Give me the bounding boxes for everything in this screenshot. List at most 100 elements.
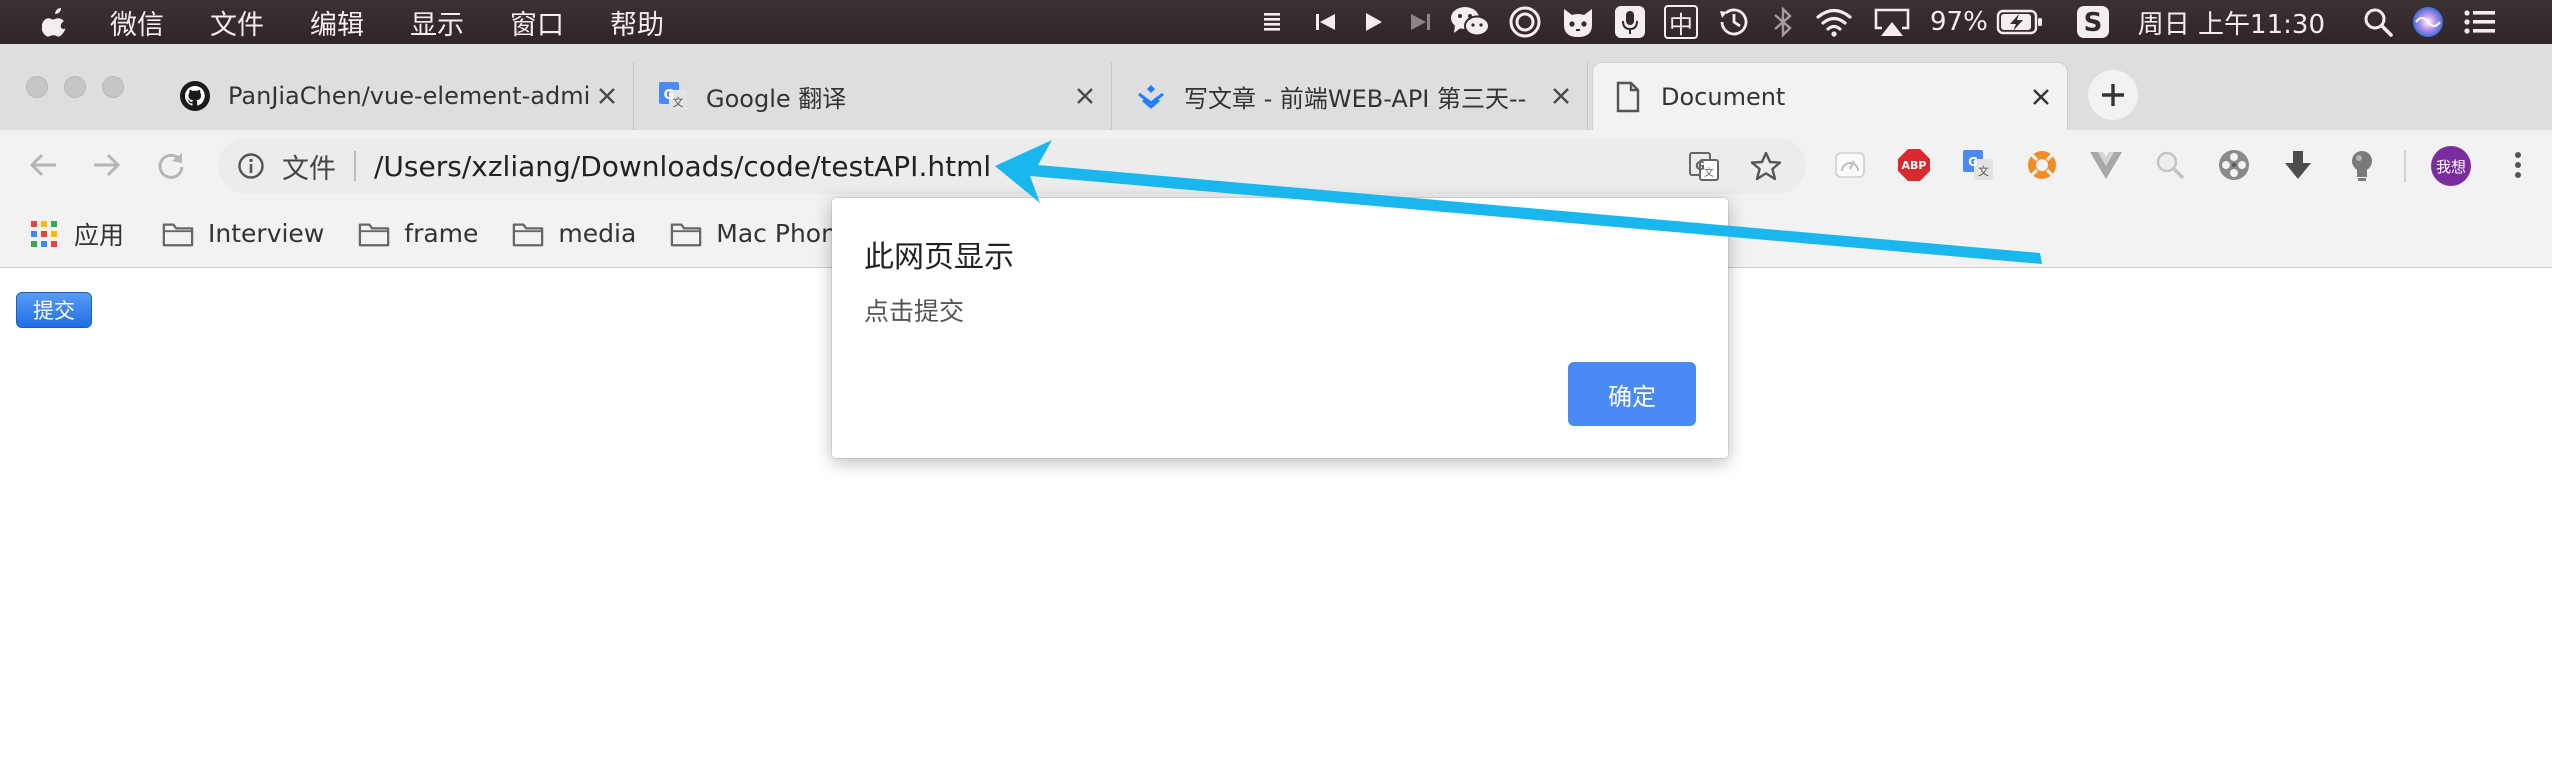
close-window-button[interactable]	[26, 76, 48, 98]
bookmark-folder-interview[interactable]: Interview	[162, 212, 324, 256]
svg-text:文: 文	[1704, 166, 1714, 179]
tab-strip: PanJiaChen/vue-element-admi G文 Google 翻译…	[0, 44, 2552, 130]
magnifier-extension-icon[interactable]	[2152, 147, 2188, 183]
reload-button[interactable]	[152, 146, 190, 184]
microphone-icon[interactable]	[1614, 0, 1646, 44]
tab-title: PanJiaChen/vue-element-admi	[228, 82, 591, 110]
adblock-plus-icon[interactable]: ABP	[1896, 147, 1932, 183]
toolbar-divider	[2404, 150, 2406, 182]
bookmark-label: Interview	[208, 219, 325, 248]
divider	[354, 151, 356, 181]
airplay-icon[interactable]	[1872, 0, 1912, 44]
battery-percent: 97%	[1930, 7, 1988, 37]
url-text[interactable]: /Users/xzliang/Downloads/code/testAPI.ht…	[374, 150, 991, 183]
list-icon[interactable]	[1262, 0, 1282, 44]
close-tab-icon[interactable]	[591, 80, 623, 112]
submit-button[interactable]: 提交	[16, 292, 92, 328]
bookmark-label: frame	[404, 219, 479, 248]
tab-document[interactable]: Document	[1592, 62, 2068, 130]
browser-toolbar: 文件 /Users/xzliang/Downloads/code/testAPI…	[0, 130, 2552, 200]
play-icon[interactable]	[1362, 0, 1384, 44]
url-scheme-label: 文件	[282, 153, 336, 185]
notification-center-icon[interactable]	[2463, 0, 2497, 44]
adblock-label: ABP	[1901, 158, 1927, 172]
new-tab-button[interactable]	[2088, 70, 2138, 120]
tab-title: Document	[1661, 82, 1786, 111]
alert-dialog: 此网页显示 点击提交 确定	[832, 198, 1728, 458]
bookmark-folder-media[interactable]: media	[512, 212, 636, 256]
lifebuoy-extension-icon[interactable]	[2024, 147, 2060, 183]
google-translate-extension-icon[interactable]: G文	[1960, 147, 1996, 183]
bookmark-apps[interactable]: 应用	[28, 212, 124, 256]
battery-charging-icon[interactable]	[1996, 0, 2044, 44]
juejin-icon	[1134, 79, 1168, 113]
previous-track-icon[interactable]	[1314, 0, 1338, 44]
bluetooth-icon[interactable]	[1770, 0, 1796, 44]
plus-icon	[2102, 84, 2124, 106]
address-bar[interactable]: 文件 /Users/xzliang/Downloads/code/testAPI…	[218, 138, 1806, 194]
wechat-icon[interactable]	[1450, 0, 1490, 44]
folder-icon	[670, 218, 702, 250]
cat-icon[interactable]	[1560, 0, 1596, 44]
close-tab-icon[interactable]	[1545, 80, 1577, 112]
document-icon	[1611, 80, 1645, 114]
menu-view[interactable]: 显示	[410, 3, 464, 42]
download-arrow-icon[interactable]	[2280, 147, 2316, 183]
vue-devtools-icon[interactable]	[2088, 147, 2124, 183]
status-area: 中 97% S 周日 上午11:30	[1250, 0, 2515, 44]
google-translate-icon: G文	[656, 79, 690, 113]
lightbulb-extension-icon[interactable]	[2344, 147, 2380, 183]
menubar-clock[interactable]: 周日 上午11:30	[2138, 0, 2325, 44]
menu-help[interactable]: 帮助	[610, 3, 664, 42]
sogou-icon[interactable]: S	[2076, 0, 2110, 44]
svg-text:文: 文	[673, 95, 684, 109]
zoom-window-button[interactable]	[102, 76, 124, 98]
menu-wechat[interactable]: 微信	[110, 3, 164, 42]
bookmark-label: 应用	[74, 220, 125, 250]
wifi-icon[interactable]	[1814, 0, 1854, 44]
menu-window[interactable]: 窗口	[510, 3, 564, 42]
info-icon[interactable]	[234, 149, 268, 183]
bookmark-label: media	[558, 219, 637, 248]
forward-button[interactable]	[88, 146, 126, 184]
minimize-window-button[interactable]	[64, 76, 86, 98]
tab-title: 写文章 - 前端WEB-API 第三天--	[1184, 84, 1527, 113]
back-button[interactable]	[24, 146, 62, 184]
menu-edit[interactable]: 编辑	[310, 3, 364, 42]
target-icon[interactable]	[1508, 0, 1542, 44]
menu-file[interactable]: 文件	[210, 3, 264, 42]
film-reel-extension-icon[interactable]	[2216, 147, 2252, 183]
tab-github[interactable]: PanJiaChen/vue-element-admi	[160, 62, 634, 130]
siri-icon[interactable]	[2411, 0, 2445, 44]
translate-page-icon[interactable]: G文	[1686, 148, 1722, 184]
speedometer-extension-icon[interactable]	[1832, 147, 1868, 183]
time-machine-icon[interactable]	[1716, 0, 1752, 44]
more-menu-icon[interactable]	[2500, 147, 2536, 183]
input-method-icon[interactable]: 中	[1664, 0, 1698, 44]
folder-icon	[512, 218, 544, 250]
apps-grid-icon	[28, 218, 60, 250]
arrow-right-icon	[94, 153, 121, 177]
spotlight-search-icon[interactable]	[2363, 0, 2393, 44]
arrow-left-icon	[29, 153, 56, 177]
profile-avatar[interactable]: 我想	[2430, 145, 2472, 187]
svg-text:S: S	[2083, 8, 2102, 38]
tab-juejin-article[interactable]: 写文章 - 前端WEB-API 第三天--	[1116, 62, 1588, 130]
macos-menu-bar: 微信 文件 编辑 显示 窗口 帮助 中 97% S 周日 上午11:30	[0, 0, 2552, 44]
close-tab-icon[interactable]	[2025, 81, 2057, 113]
reload-icon	[158, 153, 184, 179]
apple-logo-icon[interactable]	[38, 4, 74, 40]
bookmark-folder-frame[interactable]: frame	[358, 212, 478, 256]
bookmark-folder-mac-phone[interactable]: Mac Phone	[670, 212, 852, 256]
ime-label: 中	[1664, 5, 1698, 39]
tab-google-translate[interactable]: G文 Google 翻译	[638, 62, 1112, 130]
svg-text:文: 文	[1978, 164, 1989, 178]
ok-button[interactable]: 确定	[1568, 362, 1696, 426]
close-tab-icon[interactable]	[1069, 80, 1101, 112]
github-icon	[178, 79, 212, 113]
folder-icon	[162, 218, 194, 250]
svg-text:G: G	[1968, 155, 1978, 169]
bookmark-star-icon[interactable]	[1748, 148, 1784, 184]
alert-message: 点击提交	[864, 297, 965, 326]
next-track-icon[interactable]	[1408, 0, 1432, 44]
